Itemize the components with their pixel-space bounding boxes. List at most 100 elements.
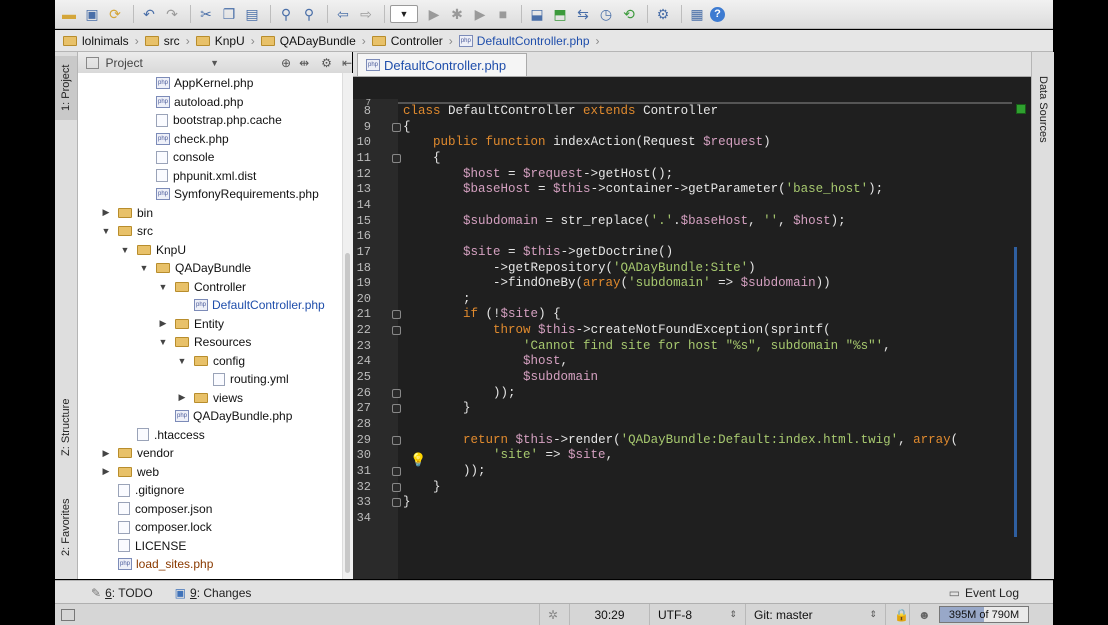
undo-icon[interactable]: ↶: [139, 4, 159, 24]
tree-item[interactable]: ▶phpload_sites.php: [100, 555, 213, 573]
tree-item[interactable]: ▶phpQADayBundle.php: [157, 407, 292, 425]
expanded-arrow-icon[interactable]: ▼: [157, 337, 169, 347]
locate-icon[interactable]: ⊕: [281, 56, 291, 70]
tree-item[interactable]: ▼ config: [176, 352, 246, 370]
tab-favorites[interactable]: 2: Favorites: [55, 482, 77, 572]
breadcrumb-item[interactable]: KnpU ›: [195, 34, 255, 48]
lock-icon[interactable]: 🔒: [885, 604, 909, 625]
tree-item[interactable]: ▼ src: [100, 222, 153, 240]
breadcrumb-item[interactable]: QADayBundle ›: [260, 34, 366, 48]
vcs-history-icon[interactable]: ◷: [596, 4, 616, 24]
tree-item[interactable]: ▶ Entity: [157, 315, 224, 333]
tree-item[interactable]: ▶LICENSE: [100, 537, 186, 555]
fold-marker-icon[interactable]: [392, 466, 401, 476]
fold-marker-icon[interactable]: [392, 388, 401, 398]
coverage-icon[interactable]: ▶: [470, 4, 490, 24]
tool-windows-icon[interactable]: [61, 608, 75, 621]
expanded-arrow-icon[interactable]: ▼: [138, 263, 150, 273]
sync-icon[interactable]: ⟳: [105, 4, 125, 24]
expanded-arrow-icon[interactable]: ▼: [119, 245, 131, 255]
paste-icon[interactable]: ▤: [242, 4, 262, 24]
collapsed-arrow-icon[interactable]: ▶: [157, 318, 169, 329]
collapsed-arrow-icon[interactable]: ▶: [100, 466, 112, 477]
tree-item[interactable]: ▶ web: [100, 463, 159, 481]
back-icon[interactable]: ⇦: [333, 4, 353, 24]
tree-item[interactable]: ▶ vendor: [100, 444, 174, 462]
tab-structure[interactable]: Z: Structure: [55, 382, 77, 472]
gear-icon[interactable]: ⚙: [321, 56, 332, 70]
tree-item[interactable]: ▼ KnpU: [119, 241, 187, 259]
tree-item[interactable]: ▼ Controller: [157, 278, 247, 296]
tree-item[interactable]: ▶.gitignore: [100, 481, 184, 499]
tab-defaultcontroller[interactable]: php DefaultController.php: [357, 53, 527, 76]
replace-icon[interactable]: ⚲: [299, 4, 319, 24]
inspector-icon[interactable]: ☻: [909, 604, 935, 625]
vcs-update-icon[interactable]: ⬓: [527, 4, 547, 24]
fold-marker-icon[interactable]: [392, 498, 401, 508]
settings-icon[interactable]: ⚙: [653, 4, 673, 24]
fold-marker-icon[interactable]: [392, 310, 401, 320]
memory-indicator[interactable]: 395M of 790M: [939, 606, 1029, 623]
collapsed-arrow-icon[interactable]: ▶: [176, 392, 188, 403]
run-config-dropdown[interactable]: ▼: [390, 5, 418, 23]
tree-item[interactable]: ▶phpDefaultController.php: [176, 296, 325, 314]
breadcrumb-item[interactable]: lolnimals ›: [63, 34, 139, 48]
breadcrumb-item[interactable]: Controller ›: [371, 34, 453, 48]
tree-item[interactable]: ▶phpSymfonyRequirements.php: [138, 185, 319, 203]
vcs-revert-icon[interactable]: ⟲: [619, 4, 639, 24]
fold-marker-icon[interactable]: [392, 482, 401, 492]
chevron-down-icon[interactable]: ▼: [210, 58, 219, 68]
save-icon[interactable]: ▣: [82, 4, 102, 24]
forward-icon[interactable]: ⇨: [356, 4, 376, 24]
debug-icon[interactable]: ✱: [447, 4, 467, 24]
tab-data-sources[interactable]: Data Sources: [1032, 64, 1054, 154]
tree-item[interactable]: ▶phpunit.xml.dist: [138, 167, 256, 185]
redo-icon[interactable]: ↷: [162, 4, 182, 24]
tree-item[interactable]: ▶composer.json: [100, 500, 212, 518]
background-tasks-icon[interactable]: ✲: [539, 604, 569, 625]
tree-item[interactable]: ▶composer.lock: [100, 518, 212, 536]
run-icon[interactable]: ▶: [424, 4, 444, 24]
terminal-icon[interactable]: ▦: [687, 4, 707, 24]
tree-item[interactable]: ▶phpcheck.php: [138, 130, 229, 148]
copy-icon[interactable]: ❐: [219, 4, 239, 24]
tree-item[interactable]: ▼ Resources: [157, 333, 252, 351]
todo-button[interactable]: ✎ 6: TODO: [91, 586, 153, 600]
stop-icon[interactable]: ■: [493, 4, 513, 24]
tree-item[interactable]: ▶routing.yml: [195, 370, 289, 388]
fold-marker-icon[interactable]: [392, 404, 401, 414]
expanded-arrow-icon[interactable]: ▼: [100, 226, 112, 236]
tab-project[interactable]: 1: Project: [55, 56, 77, 120]
collapse-icon[interactable]: ⇹: [299, 56, 309, 70]
find-icon[interactable]: ⚲: [276, 4, 296, 24]
open-folder-icon[interactable]: ▬: [59, 4, 79, 24]
project-tree-scrollbar[interactable]: [342, 73, 353, 579]
hide-panel-icon[interactable]: ⇤: [342, 56, 352, 70]
collapsed-arrow-icon[interactable]: ▶: [100, 448, 112, 459]
vcs-compare-icon[interactable]: ⇆: [573, 4, 593, 24]
bulb-icon[interactable]: 💡: [410, 452, 426, 468]
tree-item[interactable]: ▶.htaccess: [119, 426, 205, 444]
event-log-button[interactable]: ▭ Event Log: [949, 586, 1019, 600]
tree-item[interactable]: ▶phpAppKernel.php: [138, 74, 253, 92]
help-icon[interactable]: ?: [710, 6, 725, 22]
fold-marker-icon[interactable]: [392, 326, 401, 336]
fold-marker-icon[interactable]: [392, 435, 401, 445]
collapsed-arrow-icon[interactable]: ▶: [100, 207, 112, 218]
changes-button[interactable]: ▣ 9: Changes: [175, 586, 252, 600]
tree-item[interactable]: ▼ QADayBundle: [138, 259, 252, 277]
breadcrumb-item[interactable]: php DefaultController.php ›: [458, 34, 600, 48]
expanded-arrow-icon[interactable]: ▼: [157, 282, 169, 292]
tree-item[interactable]: ▶console: [138, 148, 214, 166]
expanded-arrow-icon[interactable]: ▼: [176, 356, 188, 366]
tree-item[interactable]: ▶phpautoload.php: [138, 93, 243, 111]
tree-item[interactable]: ▶ views: [176, 389, 243, 407]
project-view-dropdown[interactable]: Project: [105, 56, 220, 70]
vcs-branch-selector[interactable]: Git: master ⇕: [745, 604, 885, 625]
vcs-commit-icon[interactable]: ⬒: [550, 4, 570, 24]
fold-marker-icon[interactable]: [392, 153, 401, 163]
breadcrumb-item[interactable]: src ›: [144, 34, 190, 48]
tree-item[interactable]: ▶bootstrap.php.cache: [138, 111, 282, 129]
tree-item[interactable]: ▶ bin: [100, 204, 153, 222]
caret-position[interactable]: 30:29: [569, 604, 649, 625]
